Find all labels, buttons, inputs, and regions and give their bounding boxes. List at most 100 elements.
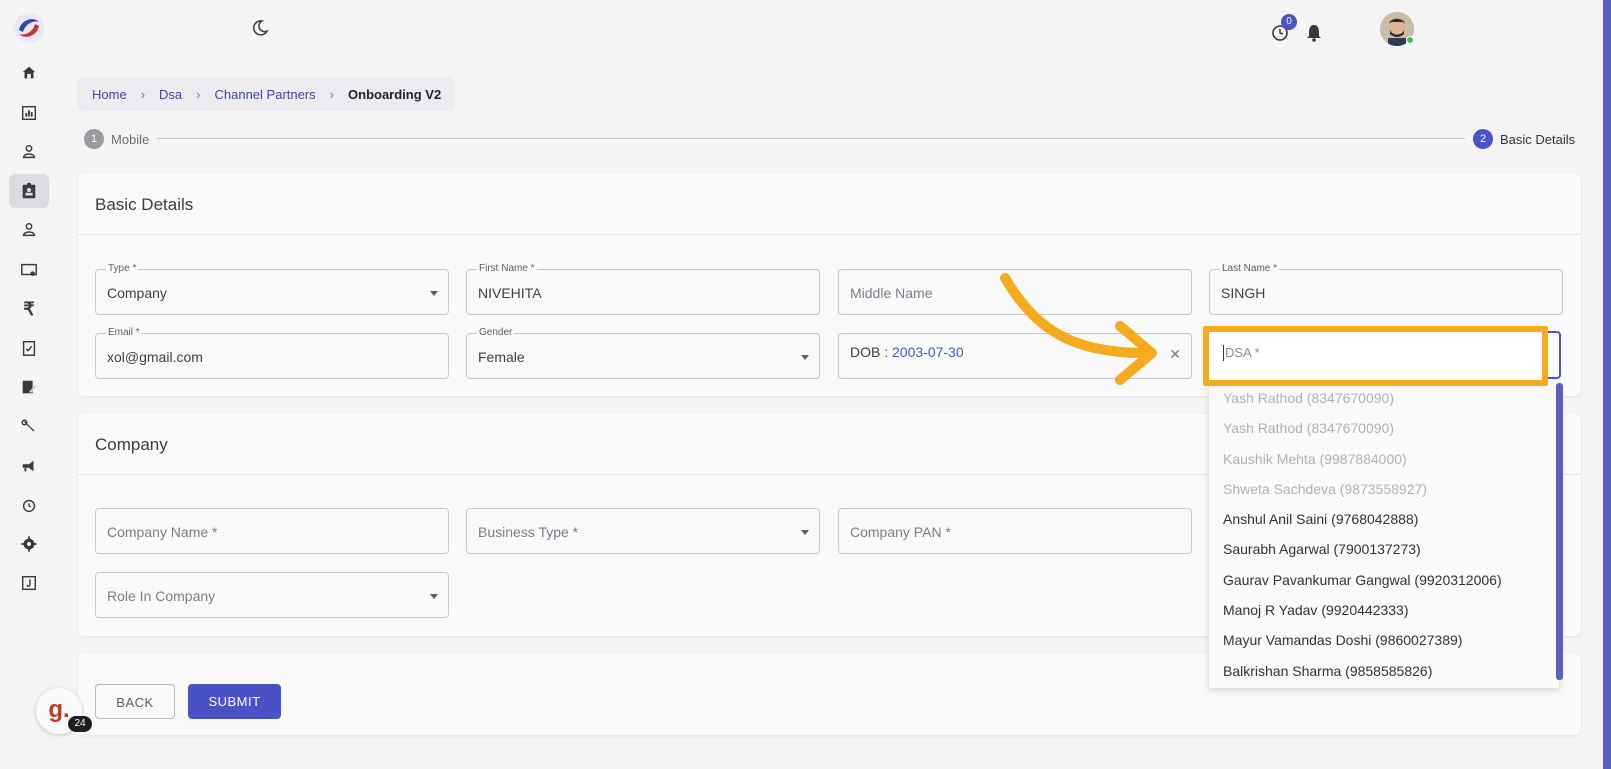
type-select[interactable]: Type * Company [95, 263, 449, 315]
alarm-icon [22, 499, 36, 513]
clipboard-check-icon [22, 340, 36, 356]
app-window: ₹ 0 Home › Dsa › Channel Partners › Onbo… [0, 0, 1611, 769]
step-2-number: 2 [1473, 129, 1493, 149]
email-label: Email * [106, 327, 142, 338]
dsa-option: Shweta Sachdeva (9873558927) [1223, 480, 1427, 497]
chevron-right-icon: › [196, 86, 201, 102]
email-value: xol@gmail.com [107, 349, 203, 365]
sidebar-item-home[interactable] [9, 56, 49, 90]
dsa-option[interactable]: Mayur Vamandas Doshi (9860027389) [1209, 625, 1559, 655]
role-in-company-select[interactable]: Role In Company [95, 572, 449, 618]
back-button[interactable]: BACK [95, 684, 175, 719]
dsa-option[interactable]: Manoj R Yadav (9920442333) [1209, 595, 1559, 625]
wrench-icon [21, 419, 35, 432]
stepper-connector [157, 138, 1465, 139]
sidebar-item-settings-screen[interactable] [9, 253, 49, 287]
person-icon [22, 144, 36, 159]
company-title: Company [95, 435, 168, 454]
edit-note-icon [22, 380, 37, 394]
help-widget-count: 24 [68, 716, 92, 732]
dob-text: DOB : 2003-07-30 [850, 344, 964, 360]
type-value: Company [107, 285, 167, 301]
basic-details-title: Basic Details [95, 195, 194, 214]
sidebar: ₹ [0, 0, 58, 769]
first-name-field[interactable]: First Name * NIVEHITA [466, 263, 820, 315]
step-1-number: 1 [84, 129, 104, 149]
sidebar-item-dsa[interactable] [9, 174, 49, 208]
breadcrumb-current: Onboarding V2 [348, 86, 442, 102]
screen-settings-icon [21, 263, 37, 276]
company-name-placeholder: Company Name * [107, 524, 218, 540]
page-scrollbar[interactable] [1603, 0, 1611, 769]
gear-icon [21, 536, 37, 552]
rupee-icon: ₹ [23, 298, 35, 319]
dsa-option: Yash Rathod (8347670090) [1223, 390, 1394, 406]
first-name-label: First Name * [477, 263, 537, 274]
dsa-option[interactable]: Saurabh Agarwal (7900137273) [1209, 534, 1559, 564]
dsa-option[interactable]: Gaurav Pavankumar Gangwal (9920312006) [1209, 565, 1559, 595]
sidebar-item-tasks[interactable] [9, 331, 49, 365]
gender-value: Female [478, 349, 525, 365]
sidebar-item-tools[interactable] [9, 410, 49, 444]
chevron-right-icon: › [329, 86, 335, 102]
dsa-option: Yash Rathod (8347670090) [1223, 420, 1394, 437]
breadcrumb-home[interactable]: Home [92, 87, 127, 102]
business-type-placeholder: Business Type * [478, 524, 579, 540]
step-1-label: Mobile [111, 132, 150, 147]
dropdown-caret-icon [801, 530, 809, 535]
dsa-option: Kaushik Mehta (9987884000) [1223, 450, 1407, 467]
dob-label: DOB : [850, 344, 889, 360]
last-name-value: SINGH [1221, 285, 1266, 301]
dropdown-caret-icon [430, 291, 438, 296]
dropdown-scrollbar[interactable] [1556, 383, 1563, 680]
app-logo[interactable] [13, 12, 45, 44]
dark-mode-icon[interactable] [250, 18, 270, 38]
role-placeholder: Role In Company [107, 588, 216, 604]
step-2-label: Basic Details [1500, 132, 1576, 147]
sidebar-item-journal[interactable] [9, 566, 49, 600]
business-type-select[interactable]: Business Type * [466, 508, 820, 554]
dsa-option[interactable]: Balkrishan Sharma (9858585826) [1209, 656, 1559, 686]
sidebar-item-reports[interactable] [9, 96, 49, 130]
chevron-right-icon: › [140, 86, 146, 102]
dsa-placeholder: DSA * [1223, 345, 1260, 361]
bell-icon[interactable] [1305, 23, 1323, 42]
submit-button[interactable]: SUBMIT [188, 684, 281, 719]
gender-label: Gender [477, 327, 515, 338]
last-name-field[interactable]: Last Name * SINGH [1209, 263, 1563, 315]
dropdown-caret-icon [801, 355, 809, 360]
sidebar-item-reminders[interactable] [9, 488, 49, 522]
last-name-label: Last Name * [1220, 263, 1280, 274]
sidebar-item-edit[interactable] [9, 370, 49, 404]
annotation-arrow-icon [1000, 273, 1157, 385]
company-pan-field[interactable]: Company PAN * [838, 508, 1192, 554]
journal-icon [21, 575, 37, 591]
company-pan-placeholder: Company PAN * [850, 524, 951, 540]
breadcrumb-channel-partners[interactable]: Channel Partners [215, 87, 316, 102]
dsa-option[interactable]: Anshul Anil Saini (9768042888) [1209, 504, 1559, 534]
megaphone-icon [22, 460, 34, 472]
sidebar-item-payments[interactable]: ₹ [9, 292, 49, 326]
breadcrumb-dsa[interactable]: Dsa [159, 87, 182, 102]
sidebar-item-users[interactable] [9, 135, 49, 169]
gender-select[interactable]: Gender Female [466, 327, 820, 379]
home-icon [22, 66, 36, 79]
dsa-options-list: Yash Rathod (8347670090) Yash Rathod (834… [1209, 383, 1559, 688]
dsa-input-highlight[interactable]: DSA * [1203, 326, 1548, 386]
person-outline-icon [22, 222, 36, 237]
timer-badge: 0 [1281, 14, 1297, 30]
sidebar-item-campaigns[interactable] [9, 449, 49, 483]
online-status-dot [1406, 36, 1414, 44]
email-field[interactable]: Email * xol@gmail.com [95, 327, 449, 379]
middle-name-placeholder: Middle Name [850, 285, 933, 301]
company-name-field[interactable]: Company Name * [95, 508, 449, 554]
chart-icon [21, 105, 37, 121]
breadcrumb: Home › Dsa › Channel Partners › Onboardi… [78, 77, 456, 111]
dropdown-caret-icon [430, 594, 438, 599]
first-name-value: NIVEHITA [478, 285, 542, 301]
sidebar-item-settings[interactable] [9, 527, 49, 561]
contact-badge-icon [22, 182, 36, 199]
dob-value: 2003-07-30 [892, 344, 964, 360]
sidebar-item-customers[interactable] [9, 213, 49, 247]
type-label: Type * [106, 263, 139, 274]
